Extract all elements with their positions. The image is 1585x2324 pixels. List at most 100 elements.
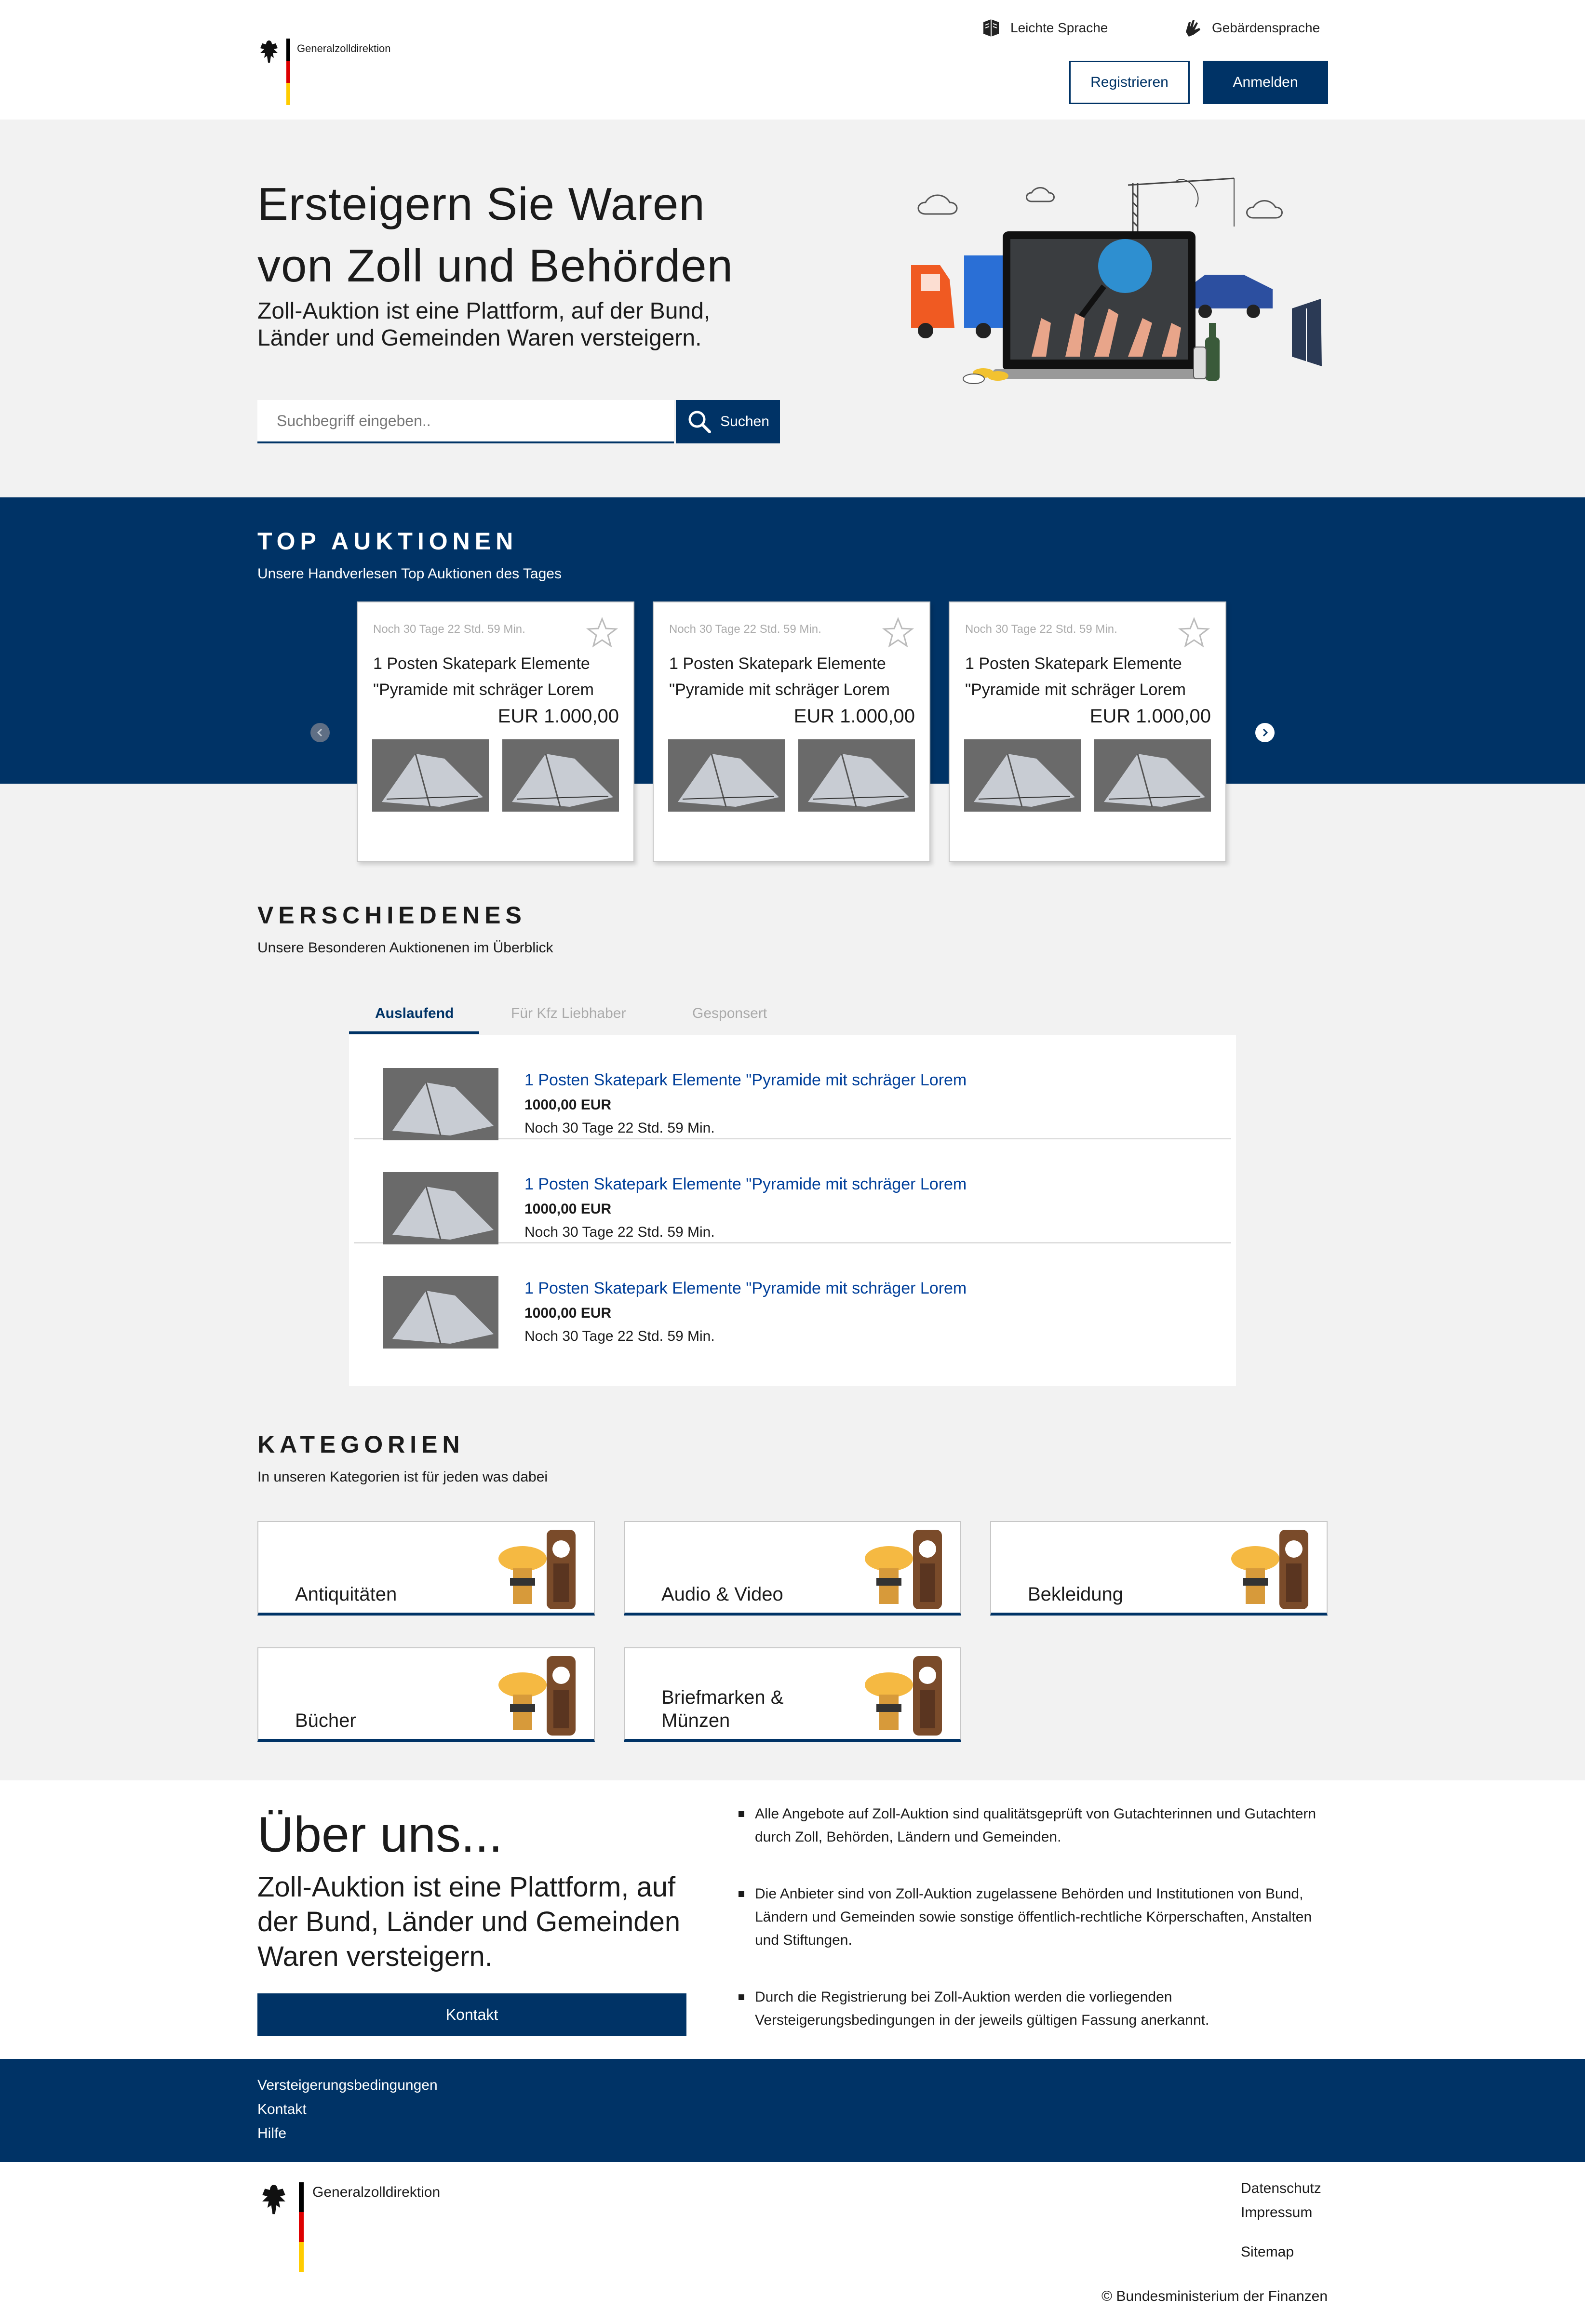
antique-clock-lamp-icon xyxy=(498,1656,576,1736)
category-label: Antiquitäten xyxy=(295,1584,397,1605)
logo[interactable]: Generalzolldirektion xyxy=(257,39,390,105)
product-thumbnail xyxy=(502,739,619,812)
tab-gesponsert[interactable]: Gesponsert xyxy=(692,1005,767,1034)
legal-link-datenschutz[interactable]: Datenschutz xyxy=(1241,2180,1321,2197)
auction-title: 1 Posten Skatepark Elemente "Pyramide mi… xyxy=(373,654,594,699)
about-bullet: Durch die Registrierung bei Zoll-Auktion… xyxy=(739,1986,1336,2032)
product-thumbnail xyxy=(372,739,489,812)
about-bullet: Die Anbieter sind von Zoll-Auktion zugel… xyxy=(739,1883,1336,1952)
auction-timer: Noch 30 Tage 22 Std. 59 Min. xyxy=(669,623,821,636)
list-item-title[interactable]: 1 Posten Skatepark Elemente "Pyramide mi… xyxy=(524,1071,967,1090)
categories-subheading: In unseren Kategorien ist für jeden was … xyxy=(257,1469,548,1485)
antique-clock-lamp-icon xyxy=(1231,1530,1308,1609)
eagle-icon xyxy=(260,40,278,63)
site-header xyxy=(0,0,1585,120)
product-thumbnail xyxy=(1094,739,1211,812)
register-button[interactable]: Registrieren xyxy=(1069,61,1190,104)
footer-logo-text: Generalzolldirektion xyxy=(312,2184,441,2200)
category-antiquitaeten[interactable]: Antiquitäten xyxy=(257,1521,595,1616)
auction-title: 1 Posten Skatepark Elemente "Pyramide mi… xyxy=(669,654,890,699)
product-thumbnail xyxy=(383,1068,498,1140)
search-input[interactable] xyxy=(257,400,674,443)
hands-icon xyxy=(1186,20,1200,37)
list-item[interactable]: 1 Posten Skatepark Elemente "Pyramide mi… xyxy=(354,1035,1231,1140)
sign-language-link[interactable]: Gebärdensprache xyxy=(1182,17,1320,39)
about-bullets: Alle Angebote auf Zoll-Auktion sind qual… xyxy=(739,1803,1336,2066)
auction-price: EUR 1.000,00 xyxy=(793,706,915,727)
auction-timer: Noch 30 Tage 22 Std. 59 Min. xyxy=(965,623,1117,636)
product-thumbnail xyxy=(798,739,915,812)
list-item-time: Noch 30 Tage 22 Std. 59 Min. xyxy=(524,1120,715,1136)
category-bekleidung[interactable]: Bekleidung xyxy=(990,1521,1328,1616)
login-button[interactable]: Anmelden xyxy=(1203,61,1328,104)
list-item-price: 1000,00 EUR xyxy=(524,1201,612,1217)
star-icon[interactable] xyxy=(585,616,619,650)
list-item-title[interactable]: 1 Posten Skatepark Elemente "Pyramide mi… xyxy=(524,1175,967,1194)
categories-heading: KATEGORIEN xyxy=(257,1431,465,1458)
star-icon[interactable] xyxy=(881,616,915,650)
antique-clock-lamp-icon xyxy=(865,1656,942,1736)
category-buecher[interactable]: Bücher xyxy=(257,1647,595,1742)
easy-language-label: Leichte Sprache xyxy=(1010,20,1108,35)
book-icon xyxy=(983,19,999,37)
product-thumbnail xyxy=(383,1276,498,1349)
footer-bottom xyxy=(0,2162,1585,2324)
footer-links-band xyxy=(0,2059,1585,2162)
star-icon[interactable] xyxy=(1177,616,1211,650)
category-label: Bücher xyxy=(295,1710,356,1731)
legal-link-sitemap[interactable]: Sitemap xyxy=(1241,2244,1294,2260)
easy-language-link[interactable]: Leichte Sprache xyxy=(981,17,1108,39)
footer-link-versteigerungsbedingungen[interactable]: Versteigerungsbedingungen xyxy=(257,2077,438,2094)
top-auctions-heading: TOP AUKTIONEN xyxy=(257,528,518,555)
footer-link-hilfe[interactable]: Hilfe xyxy=(257,2125,286,2142)
chevron-left-icon xyxy=(317,728,322,737)
various-heading: VERSCHIEDENES xyxy=(257,902,526,929)
sign-language-label: Gebärdensprache xyxy=(1212,20,1320,35)
category-label: Briefmarken & Münzen xyxy=(661,1687,784,1731)
hero-title-line-1: Ersteigern Sie Waren xyxy=(257,178,705,230)
list-item[interactable]: 1 Posten Skatepark Elemente "Pyramide mi… xyxy=(354,1243,1231,1349)
auction-price: EUR 1.000,00 xyxy=(1089,706,1211,727)
carousel-next-arrow[interactable] xyxy=(1255,723,1275,742)
footer-link-kontakt[interactable]: Kontakt xyxy=(257,2101,307,2118)
logo-text: Generalzolldirektion xyxy=(297,42,391,54)
chevron-right-icon xyxy=(1263,728,1268,737)
legal-link-impressum[interactable]: Impressum xyxy=(1241,2204,1312,2221)
footer-logo[interactable] xyxy=(257,2182,304,2272)
various-subheading: Unsere Besonderen Auktionenen im Überbli… xyxy=(257,940,553,956)
hero-illustration xyxy=(911,177,1322,384)
antique-clock-lamp-icon xyxy=(865,1530,942,1609)
top-auctions-subheading: Unsere Handverlesen Top Auktionen des Ta… xyxy=(257,566,562,582)
search-icon xyxy=(688,411,712,433)
auction-price: EUR 1.000,00 xyxy=(497,706,619,727)
about-bullet: Alle Angebote auf Zoll-Auktion sind qual… xyxy=(739,1803,1336,1849)
flag-stripe xyxy=(286,39,290,105)
category-label: Bekleidung xyxy=(1028,1584,1123,1605)
list-item-price: 1000,00 EUR xyxy=(524,1097,612,1113)
about-subtitle: Zoll-Auktion ist eine Plattform, auf der… xyxy=(257,1871,681,1972)
auction-card[interactable]: Noch 30 Tage 22 Std. 59 Min. 1 Posten Sk… xyxy=(949,601,1226,862)
auction-list: 1 Posten Skatepark Elemente "Pyramide mi… xyxy=(349,1035,1236,1386)
category-label: Audio & Video xyxy=(661,1584,783,1605)
search-button-label: Suchen xyxy=(720,414,769,429)
product-thumbnail xyxy=(383,1172,498,1244)
flag-stripe xyxy=(299,2182,304,2272)
active-tab-indicator xyxy=(349,1031,479,1034)
tab-auslaufend[interactable]: Auslaufend xyxy=(375,1005,454,1034)
contact-button[interactable]: Kontakt xyxy=(257,1993,686,2036)
auction-card[interactable]: Noch 30 Tage 22 Std. 59 Min. 1 Posten Sk… xyxy=(357,601,634,862)
carousel-prev-arrow[interactable] xyxy=(310,723,330,742)
category-briefmarken-muenzen[interactable]: Briefmarken & Münzen xyxy=(624,1647,961,1742)
search-button[interactable]: Suchen xyxy=(676,400,780,443)
hero-subtitle: Zoll-Auktion ist eine Plattform, auf der… xyxy=(257,298,711,351)
auction-card[interactable]: Noch 30 Tage 22 Std. 59 Min. 1 Posten Sk… xyxy=(653,601,930,862)
auction-timer: Noch 30 Tage 22 Std. 59 Min. xyxy=(373,623,525,636)
list-item[interactable]: 1 Posten Skatepark Elemente "Pyramide mi… xyxy=(354,1139,1231,1244)
tab-kfz-liebhaber[interactable]: Für Kfz Liebhaber xyxy=(511,1005,626,1034)
hero-title: Ersteigern Sie Waren von Zoll und Behörd… xyxy=(257,174,836,297)
list-item-title[interactable]: 1 Posten Skatepark Elemente "Pyramide mi… xyxy=(524,1279,967,1298)
hero-title-line-2: von Zoll und Behörden xyxy=(257,240,733,292)
about-heading: Über uns... xyxy=(257,1807,503,1863)
list-item-time: Noch 30 Tage 22 Std. 59 Min. xyxy=(524,1328,715,1344)
category-audio-video[interactable]: Audio & Video xyxy=(624,1521,961,1616)
